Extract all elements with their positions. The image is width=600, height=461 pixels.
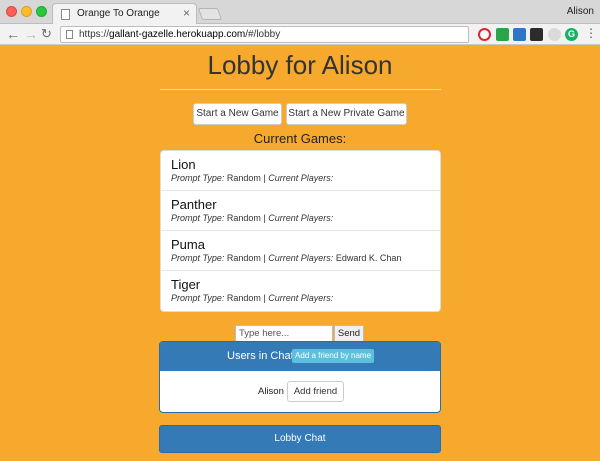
prompt-type-label: Prompt Type: — [171, 213, 225, 223]
browser-toolbar: ← → ↻ https://gallant-gazelle.herokuapp.… — [0, 24, 600, 45]
chat-message-input[interactable] — [235, 325, 333, 342]
start-new-game-button[interactable]: Start a New Game — [193, 103, 282, 125]
address-bar[interactable]: https://gallant-gazelle.herokuapp.com/#/… — [60, 26, 469, 43]
beta-icon[interactable] — [496, 28, 509, 41]
chat-user-name: Alison — [258, 386, 284, 397]
users-panel-title: Users in Chat — [227, 350, 294, 362]
users-in-chat-panel: Users in Chat Add a friend by name Aliso… — [159, 341, 441, 413]
page-info-icon[interactable] — [66, 30, 73, 39]
players-label: Current Players: — [268, 253, 334, 263]
url-path: /#/lobby — [245, 29, 281, 40]
forward-icon[interactable]: → — [24, 25, 38, 43]
meta-separator: | — [263, 253, 266, 263]
players-label: Current Players: — [268, 173, 334, 183]
menu-icon[interactable]: ⋮ — [585, 27, 597, 41]
browser-titlebar: Orange To Orange × Alison — [0, 0, 600, 24]
add-friend-button[interactable]: Add friend — [287, 381, 344, 402]
game-item-tiger[interactable]: Tiger Prompt Type: Random | Current Play… — [161, 271, 440, 311]
players-value: Edward K. Chan — [335, 253, 402, 263]
users-panel-header: Users in Chat Add a friend by name — [160, 342, 440, 371]
prompt-type-label: Prompt Type: — [171, 293, 225, 303]
url-host: gallant-gazelle.herokuapp.com — [109, 29, 246, 40]
game-meta: Prompt Type: Random | Current Players: — [171, 173, 333, 183]
meta-separator: | — [263, 173, 266, 183]
game-name: Lion — [171, 157, 196, 172]
minimize-window-icon[interactable] — [21, 6, 32, 17]
send-button[interactable]: Send — [334, 325, 364, 342]
add-friend-by-name-button[interactable]: Add a friend by name — [292, 349, 375, 363]
title-divider — [160, 89, 441, 90]
browser-tab[interactable]: Orange To Orange × — [52, 3, 197, 24]
prompt-type-value: Random — [226, 213, 261, 223]
players-label: Current Players: — [268, 213, 334, 223]
browser-profile-name[interactable]: Alison — [567, 6, 594, 17]
prompt-type-label: Prompt Type: — [171, 173, 225, 183]
reload-icon[interactable]: ↻ — [41, 25, 52, 43]
prompt-type-value: Random — [226, 253, 261, 263]
start-private-game-button[interactable]: Start a New Private Game — [286, 103, 407, 125]
page-icon — [61, 9, 70, 20]
url-prefix: https:// — [79, 29, 110, 40]
game-meta: Prompt Type: Random | Current Players: — [171, 213, 333, 223]
close-window-icon[interactable] — [6, 6, 17, 17]
cast-icon[interactable] — [513, 28, 526, 41]
code-icon[interactable] — [530, 28, 543, 41]
close-tab-icon[interactable]: × — [183, 6, 190, 20]
address-url[interactable]: https://gallant-gazelle.herokuapp.com/#/… — [79, 28, 280, 42]
prompt-type-value: Random — [226, 293, 261, 303]
grammarly-icon[interactable]: G — [565, 28, 578, 41]
game-item-lion[interactable]: Lion Prompt Type: Random | Current Playe… — [161, 151, 440, 191]
page-title: Lobby for Alison — [207, 50, 393, 80]
game-meta: Prompt Type: Random | Current Players: — [171, 293, 333, 303]
game-meta: Prompt Type: Random | Current Players: E… — [171, 253, 401, 263]
tab-title: Orange To Orange — [77, 8, 160, 19]
meta-separator: | — [263, 293, 266, 303]
prompt-type-label: Prompt Type: — [171, 253, 225, 263]
zoom-window-icon[interactable] — [36, 6, 47, 17]
game-item-puma[interactable]: Puma Prompt Type: Random | Current Playe… — [161, 231, 440, 271]
prompt-type-value: Random — [226, 173, 261, 183]
game-name: Puma — [171, 237, 205, 252]
games-list: Lion Prompt Type: Random | Current Playe… — [160, 150, 441, 312]
lobby-chat-button[interactable]: Lobby Chat — [159, 425, 441, 453]
new-tab-button[interactable] — [197, 8, 223, 20]
players-label: Current Players: — [268, 293, 334, 303]
game-name: Tiger — [171, 277, 201, 292]
current-games-heading: Current Games: — [253, 131, 347, 146]
back-icon[interactable]: ← — [6, 25, 20, 43]
meta-separator: | — [263, 213, 266, 223]
extension-icon[interactable] — [548, 28, 561, 41]
game-name: Panther — [171, 197, 217, 212]
game-item-panther[interactable]: Panther Prompt Type: Random | Current Pl… — [161, 191, 440, 231]
opera-icon[interactable] — [478, 28, 491, 41]
